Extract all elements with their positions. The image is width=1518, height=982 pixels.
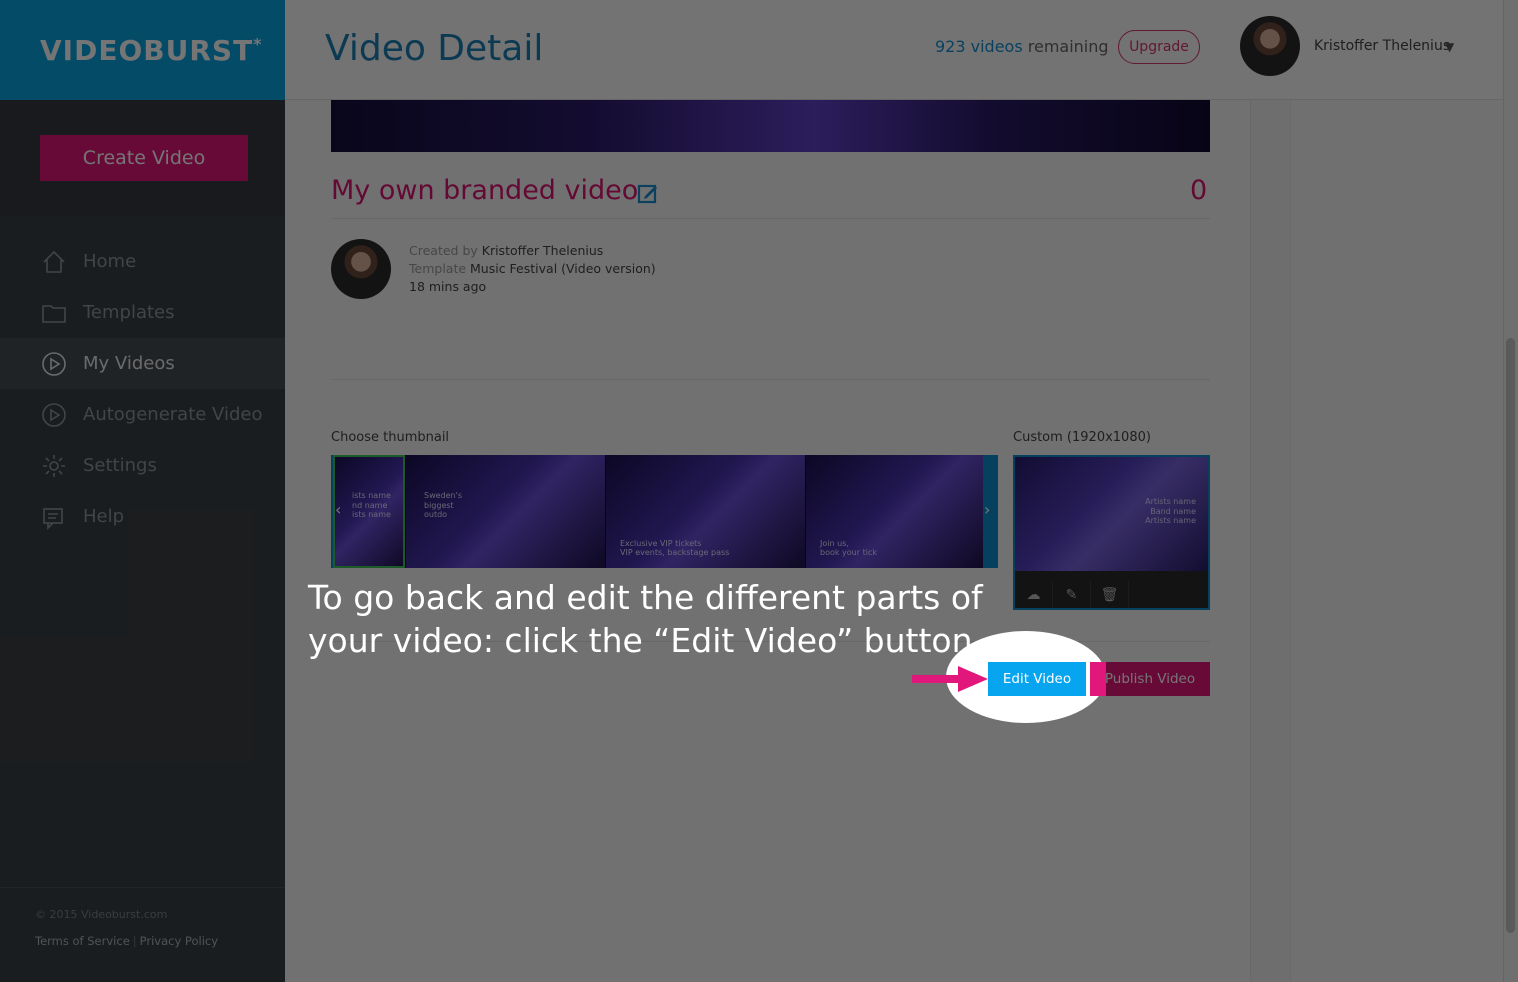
edit-video-button[interactable]: Edit Video [988,662,1086,696]
right-panel [1290,100,1503,982]
edit-icon[interactable] [637,182,659,204]
sidebar-item-label: Help [83,506,125,527]
thumbnail-caption: Sweden's biggest outdo [424,491,462,520]
sidebar-item-home[interactable]: Home [0,236,285,287]
created-by-line: Created by Kristoffer Thelenius [409,243,603,258]
thumbnail-option[interactable]: Sweden's biggest outdo [405,455,605,568]
thumbnail-carousel: ists name nd name ists name Sweden's big… [331,455,998,568]
thumbnail-caption: Join us, book your tick [820,538,877,558]
user-name[interactable]: Kristoffer Thelenius [1314,38,1450,54]
remaining-suffix: remaining [1022,37,1109,56]
copyright-text: © 2015 Videoburst.com [35,908,168,921]
sidebar-item-label: Templates [83,302,175,323]
thumbnail-caption: Exclusive VIP tickets VIP events, backst… [620,538,730,558]
sidebar-item-label: Autogenerate Video [83,404,263,425]
chevron-down-icon[interactable]: ▼ [1445,40,1454,54]
trash-icon[interactable]: 🗑 [1091,581,1129,608]
view-count: 0 [1190,175,1208,206]
choose-thumbnail-label: Choose thumbnail [331,430,450,445]
thumbnail-caption: ists name nd name ists name [352,491,391,520]
sidebar-item-label: Home [83,251,137,272]
chevron-left-icon[interactable]: ‹ [335,500,341,519]
thumbnail-option[interactable]: Exclusive VIP tickets VIP events, backst… [605,455,805,568]
play-circle-icon [40,350,68,378]
chevron-right-icon[interactable]: › [984,500,990,519]
gear-icon [40,452,68,480]
custom-thumbnail-label: Custom (1920x1080) [1013,430,1151,445]
videos-remaining: 923 videos remaining [935,37,1109,56]
videoburst-logo[interactable]: VIDEOBURST* [40,34,263,67]
user-avatar[interactable] [1240,16,1300,76]
remaining-count: 923 videos [935,37,1023,56]
creator-avatar [331,239,391,299]
video-title: My own branded video [331,175,639,206]
thumbnail-option[interactable]: Join us, book your tick [805,455,983,568]
privacy-link[interactable]: Privacy Policy [140,934,218,948]
thumbnail-option[interactable]: ists name nd name ists name [333,455,405,568]
divider [331,379,1210,380]
terms-link[interactable]: Terms of Service [35,934,130,948]
divider [331,218,1210,219]
sidebar-item-autogenerate[interactable]: Autogenerate Video [0,389,285,440]
sidebar-item-my-videos[interactable]: My Videos [0,338,285,389]
sidebar-item-settings[interactable]: Settings [0,440,285,491]
create-section: Create Video [0,100,285,216]
folder-icon [40,299,68,327]
sidebar: VIDEOBURST* Create Video Home Templates … [0,0,285,982]
template-name: Music Festival (Video version) [470,261,656,276]
sidebar-item-help[interactable]: Help [0,491,285,542]
upgrade-button[interactable]: Upgrade [1118,30,1200,64]
template-line: Template Music Festival (Video version) [409,261,656,276]
create-video-button[interactable]: Create Video [40,135,248,181]
sidebar-footer: © 2015 Videoburst.com Terms of Service | P… [0,887,285,982]
video-preview[interactable] [331,100,1210,152]
publish-video-button[interactable]: Publish Video [1090,662,1210,696]
pointer-arrow-icon [912,666,988,692]
right-gutter [1250,100,1290,982]
scrollbar-thumb[interactable] [1506,338,1515,933]
created-by-label: Created by [409,243,482,258]
template-label: Template [409,261,471,276]
sidebar-item-label: Settings [83,455,157,476]
home-icon [40,248,68,276]
custom-thumbnail-caption: Artists name Band name Artists name [1145,497,1196,526]
tutorial-caption: To go back and edit the different parts … [308,578,984,660]
wrench-icon[interactable]: ✎ [1053,581,1091,608]
custom-thumbnail[interactable]: Artists name Band name Artists name ☁ ✎ … [1013,455,1210,610]
link-separator: | [132,934,137,948]
created-age: 18 mins ago [409,279,487,294]
page-title: Video Detail [325,28,544,69]
footer-links: Terms of Service | Privacy Policy [35,934,250,948]
help-icon [40,503,68,531]
sidebar-item-label: My Videos [83,353,175,374]
custom-thumbnail-tools: ☁ ✎ 🗑 [1015,581,1129,608]
upload-icon[interactable]: ☁ [1015,581,1053,608]
sidebar-item-templates[interactable]: Templates [0,287,285,338]
publish-button-edge [1090,662,1106,696]
logo-bar: VIDEOBURST* [0,0,285,100]
sidebar-nav: Home Templates My Videos Autogenerate Vi… [0,216,285,542]
play-circle-icon [40,401,68,429]
creator-name: Kristoffer Thelenius [481,243,604,258]
page-header: Video Detail 923 videos remaining Upgrad… [285,0,1503,100]
custom-thumbnail-image: Artists name Band name Artists name [1015,457,1208,571]
